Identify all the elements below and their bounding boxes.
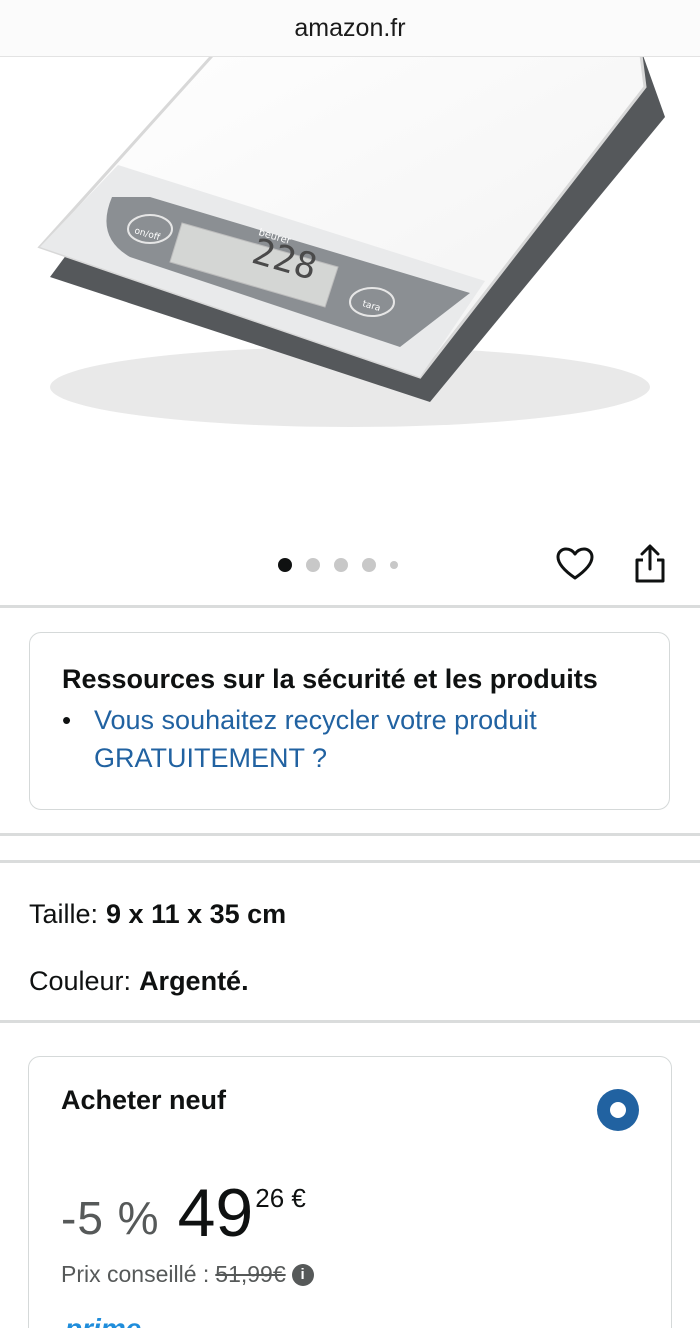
list-price-label: Prix conseillé : xyxy=(61,1261,210,1287)
wishlist-heart-icon[interactable] xyxy=(553,542,597,586)
carousel-dot[interactable] xyxy=(306,558,320,572)
section-divider xyxy=(0,833,700,836)
price-fraction: 26 € xyxy=(255,1183,306,1213)
list-price-value: 51,99€ xyxy=(215,1261,286,1287)
carousel-dot[interactable] xyxy=(362,558,376,572)
recycle-link[interactable]: Vous souhaitez recycler votre produit GR… xyxy=(94,701,614,777)
carousel-dot[interactable] xyxy=(390,561,398,569)
price-whole: 49 xyxy=(177,1175,254,1251)
list-price: Prix conseillé : 51,99€ i xyxy=(61,1261,314,1288)
address-bar[interactable]: amazon.fr xyxy=(0,0,700,57)
info-icon[interactable]: i xyxy=(291,1263,314,1286)
product-image[interactable]: 228 beurer on/off tara xyxy=(0,57,700,537)
prime-badge: prime xyxy=(65,1313,141,1328)
color-label: Couleur: xyxy=(29,966,132,996)
carousel-dot-active[interactable] xyxy=(278,558,292,572)
safety-resources-card: Ressources sur la sécurité et les produi… xyxy=(29,632,670,810)
buy-new-radio[interactable] xyxy=(597,1089,639,1131)
price-row: -5 % 49 26 € xyxy=(61,1177,306,1249)
share-icon[interactable] xyxy=(628,542,672,586)
color-attribute[interactable]: Couleur: Argenté. xyxy=(29,963,249,999)
section-divider xyxy=(0,860,700,863)
section-divider xyxy=(0,1020,700,1023)
color-value: Argenté. xyxy=(139,966,249,996)
discount-percent: -5 % xyxy=(61,1192,160,1244)
size-attribute[interactable]: Taille: 9 x 11 x 35 cm xyxy=(29,896,286,932)
buy-new-title: Acheter neuf xyxy=(61,1085,227,1115)
bullet: • xyxy=(62,705,72,735)
size-label: Taille: xyxy=(29,899,99,929)
section-divider xyxy=(0,605,700,608)
size-value: 9 x 11 x 35 cm xyxy=(106,899,287,929)
url-text: amazon.fr xyxy=(294,13,406,42)
image-carousel-dots[interactable] xyxy=(278,553,398,577)
buy-new-option-card[interactable]: Acheter neuf -5 % 49 26 € Prix conseillé… xyxy=(28,1056,672,1328)
carousel-dot[interactable] xyxy=(334,558,348,572)
safety-title: Ressources sur la sécurité et les produi… xyxy=(62,664,598,694)
